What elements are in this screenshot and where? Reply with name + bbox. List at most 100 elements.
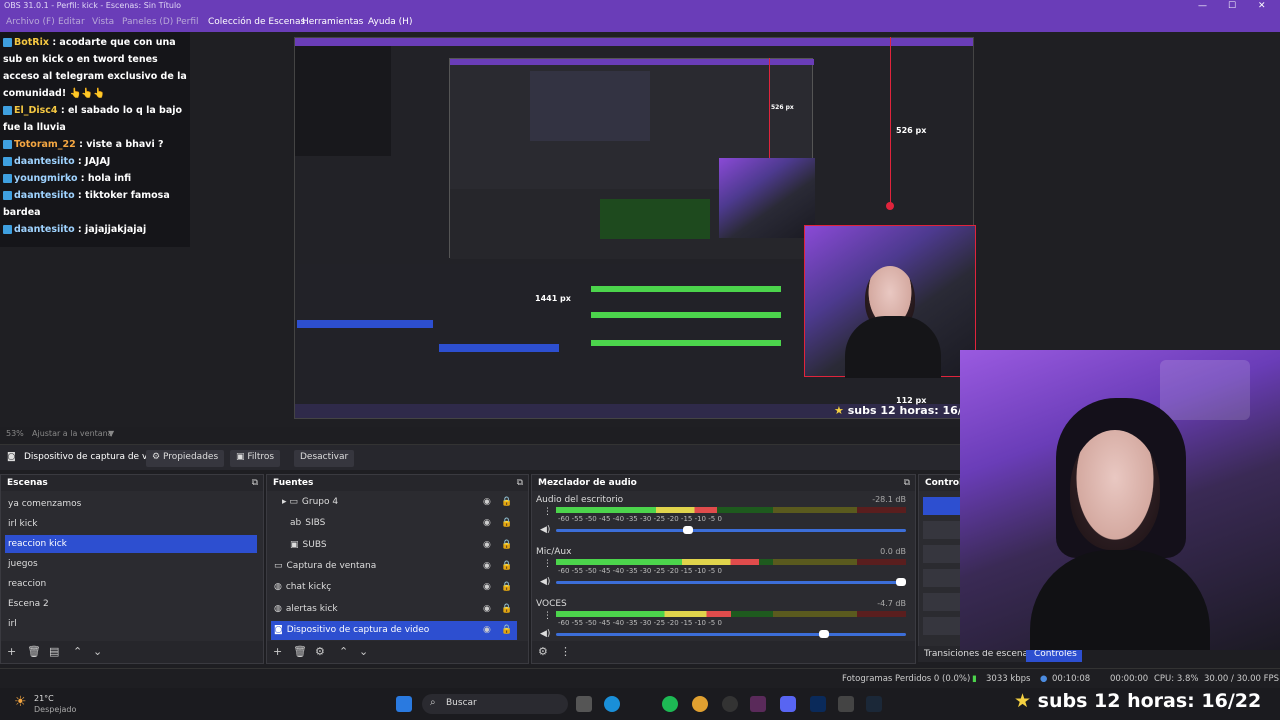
menu-view[interactable]: Vista <box>92 17 114 27</box>
slider-knob[interactable] <box>819 630 829 638</box>
more-icon[interactable]: ⋮ <box>543 507 552 517</box>
volume-slider[interactable] <box>556 578 906 586</box>
arrow-down-icon[interactable]: ⌄ <box>93 645 102 658</box>
source-item[interactable]: ◍ alertas kick ◉ 🔒 <box>271 600 517 619</box>
maximize-icon[interactable]: ☐ <box>1228 1 1236 11</box>
steam-icon[interactable] <box>866 696 882 712</box>
arrow-down-icon[interactable]: ⌄ <box>359 645 368 658</box>
menu-docks[interactable]: Paneles (D) <box>122 17 173 27</box>
source-item[interactable]: ▣ SUBS ◉ 🔒 <box>271 536 517 555</box>
volume-slider[interactable] <box>556 630 906 638</box>
cpu-usage: CPU: 3.8% <box>1154 674 1199 684</box>
minimize-icon[interactable]: — <box>1198 1 1207 11</box>
control-button[interactable] <box>923 569 961 587</box>
photoshop-icon[interactable] <box>810 696 826 712</box>
camera-source-preview[interactable] <box>804 225 976 378</box>
source-name: Captura de ventana <box>286 560 377 571</box>
zoom-fit-select[interactable]: Ajustar a la ventana <box>32 429 113 438</box>
source-item[interactable]: ▭ Captura de ventana ◉ 🔒 <box>271 557 517 576</box>
filters-button[interactable]: ▣ Filtros <box>230 450 281 467</box>
source-name: SUBS <box>302 539 327 550</box>
deactivate-button[interactable]: Desactivar <box>294 450 355 467</box>
title-bar: OBS 31.0.1 - Perfil: kick - Escenas: Sin… <box>0 0 1280 14</box>
undock-icon[interactable]: ⧉ <box>904 478 910 488</box>
control-button[interactable] <box>923 521 961 539</box>
control-button[interactable] <box>923 545 961 563</box>
slider-knob[interactable] <box>682 526 693 534</box>
arrow-up-icon[interactable]: ⌃ <box>73 645 82 658</box>
close-icon[interactable]: ✕ <box>1258 1 1266 11</box>
app-icon[interactable] <box>750 696 766 712</box>
meter-level <box>556 559 759 565</box>
more-icon[interactable]: ⋮ <box>543 611 552 621</box>
trash-icon[interactable]: 🗑 <box>293 645 307 658</box>
trash-icon[interactable]: 🗑 <box>27 645 41 658</box>
add-icon[interactable]: + <box>273 645 282 658</box>
search-label: Buscar <box>446 698 477 708</box>
scene-item[interactable]: irl kick <box>5 515 257 533</box>
scene-item[interactable]: reaccion <box>5 575 257 593</box>
source-item[interactable]: ◙ Dispositivo de captura de video ◉ 🔒 <box>271 620 517 640</box>
speaker-icon[interactable]: ◀) <box>540 629 550 639</box>
spotify-icon[interactable] <box>662 696 678 712</box>
eye-icon[interactable]: ◉ <box>483 625 491 635</box>
speaker-icon[interactable]: ◀) <box>540 525 550 535</box>
eye-icon[interactable]: ◉ <box>483 497 491 507</box>
filter-icon[interactable]: ▤ <box>49 645 59 658</box>
properties-button[interactable]: ⚙ Propiedades <box>146 450 225 467</box>
menu-profile[interactable]: Perfil <box>176 17 199 27</box>
chat-username: El_Disc4 <box>14 105 58 116</box>
chat-username: daantesiito <box>14 190 75 201</box>
lock-icon[interactable]: 🔒 <box>501 625 512 635</box>
scene-item[interactable]: juegos <box>5 555 257 573</box>
control-button[interactable] <box>923 617 961 635</box>
guide-handle[interactable] <box>886 202 894 210</box>
source-item[interactable]: ▸ ▭ Grupo 4 ◉ 🔒 <box>271 493 517 512</box>
scene-item[interactable]: Escena 2 <box>5 595 257 613</box>
lock-icon[interactable]: 🔒 <box>501 604 512 614</box>
eye-icon[interactable]: ◉ <box>483 604 491 614</box>
lock-icon[interactable]: 🔒 <box>501 582 512 592</box>
menu-scene-collection[interactable]: Colección de Escenas <box>208 17 305 27</box>
obs-icon[interactable] <box>722 696 738 712</box>
eye-icon[interactable]: ◉ <box>483 561 491 571</box>
scene-item[interactable]: reaccion kick <box>5 535 257 553</box>
menu-help[interactable]: Ayuda (H) <box>368 17 412 27</box>
speaker-icon[interactable]: ◀) <box>540 577 550 587</box>
gear-icon[interactable]: ⚙ <box>538 645 548 658</box>
lock-icon[interactable]: 🔒 <box>501 497 512 507</box>
edge-icon[interactable] <box>604 696 620 712</box>
undock-icon[interactable]: ⧉ <box>517 478 523 488</box>
lock-icon[interactable]: 🔒 <box>501 540 512 550</box>
lock-icon[interactable]: 🔒 <box>501 561 512 571</box>
add-icon[interactable]: + <box>7 645 16 658</box>
menu-tools[interactable]: Herramientas <box>302 17 363 27</box>
capcut-icon[interactable] <box>838 696 854 712</box>
scene-item[interactable]: irl <box>5 615 257 633</box>
menu-file[interactable]: Archivo (F) <box>6 17 55 27</box>
eye-icon[interactable]: ◉ <box>483 518 491 528</box>
source-item[interactable]: ◍ chat kickç ◉ 🔒 <box>271 578 517 597</box>
chrome-icon[interactable] <box>692 696 708 712</box>
more-icon[interactable]: ⋮ <box>560 645 571 658</box>
chevron-down-icon[interactable]: ▼ <box>108 429 114 438</box>
scene-item[interactable]: ya comenzamos <box>5 495 257 513</box>
menu-edit[interactable]: Editar <box>58 17 85 27</box>
eye-icon[interactable]: ◉ <box>483 540 491 550</box>
eye-icon[interactable]: ◉ <box>483 582 491 592</box>
windows-start-icon[interactable] <box>396 696 412 712</box>
lock-icon[interactable]: 🔒 <box>501 518 512 528</box>
slider-knob[interactable] <box>896 578 906 586</box>
search-box[interactable]: ⌕ Buscar <box>422 694 568 714</box>
volume-slider[interactable] <box>556 526 906 534</box>
arrow-up-icon[interactable]: ⌃ <box>339 645 348 658</box>
camera-icon: ◙ <box>7 452 16 462</box>
undock-icon[interactable]: ⧉ <box>252 478 258 488</box>
start-streaming-button[interactable] <box>923 497 961 515</box>
control-button[interactable] <box>923 593 961 611</box>
task-view-icon[interactable] <box>576 696 592 712</box>
more-icon[interactable]: ⋮ <box>543 559 552 569</box>
discord-icon[interactable] <box>780 696 796 712</box>
source-item[interactable]: ab SIBS ◉ 🔒 <box>271 514 517 533</box>
gear-icon[interactable]: ⚙ <box>315 645 325 658</box>
